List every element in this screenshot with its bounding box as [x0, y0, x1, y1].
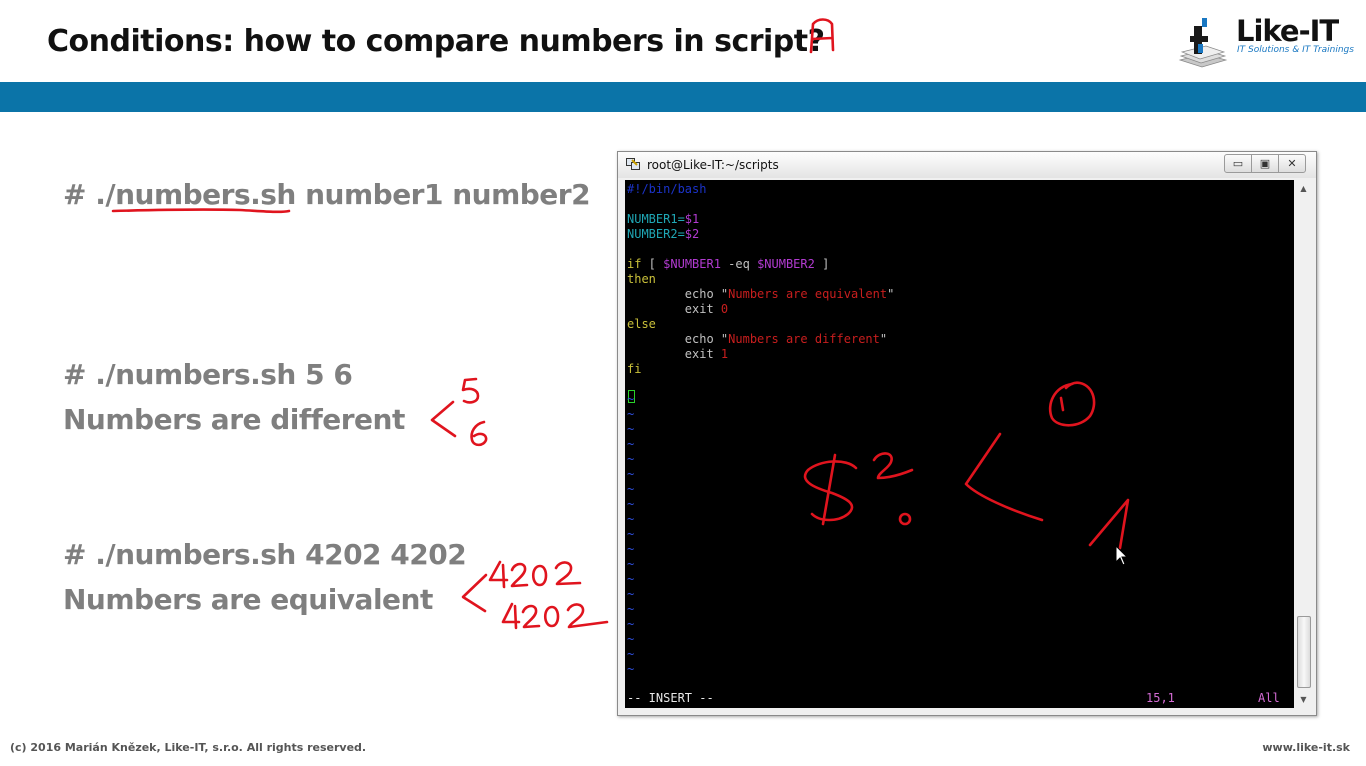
code-line-shebang: #!/bin/bash: [627, 182, 707, 196]
empty-line-tilde: ~: [627, 407, 635, 421]
scroll-down-arrow-icon[interactable]: ▼: [1295, 691, 1312, 708]
keyword-if: if: [627, 257, 642, 271]
code-line-number2: NUMBER2=$2: [627, 227, 699, 242]
operand-2: $NUMBER2: [757, 257, 815, 271]
logo-stack-icon: [1178, 18, 1228, 68]
maximize-button[interactable]: ▣: [1251, 155, 1278, 172]
var-value: $1: [684, 212, 700, 226]
scroll-indicator: All: [1258, 691, 1280, 705]
empty-line-tilde: ~: [627, 482, 635, 496]
exit-code: 1: [720, 347, 729, 361]
empty-line-tilde: ~: [627, 512, 635, 526]
empty-line-tilde: ~: [627, 422, 635, 436]
code-line-then: then: [627, 272, 656, 286]
code-line-if: if [ $NUMBER1 -eq $NUMBER2 ]: [627, 257, 829, 272]
header-band: [0, 82, 1366, 112]
slide-header: Conditions: how to compare numbers in sc…: [0, 0, 1366, 82]
example1-output: Numbers are different: [63, 403, 405, 436]
empty-line-tilde: ~: [627, 617, 635, 631]
example2-output: Numbers are equivalent: [63, 583, 433, 616]
echo-string: Numbers are different: [728, 332, 880, 346]
code-line-fi: fi: [627, 362, 642, 376]
like-it-logo: Like-IT IT Solutions & IT Trainings: [1178, 14, 1358, 72]
bracket-close: ]: [814, 257, 830, 271]
copyright-notice: (c) 2016 Marián Knězek, Like-IT, s.r.o. …: [10, 741, 367, 754]
digit-2: [554, 561, 582, 586]
empty-line-tilde: ~: [627, 557, 635, 571]
var-name: NUMBER1=: [627, 212, 685, 226]
empty-line-tilde: ~: [627, 602, 635, 616]
close-button[interactable]: ✕: [1278, 155, 1305, 172]
quote: ": [879, 332, 888, 346]
less-than-mark: [461, 573, 488, 613]
digit-4: [488, 560, 509, 589]
window-controls: ▭ ▣ ✕: [1224, 154, 1306, 173]
putty-icon: [626, 158, 640, 170]
var-value: $2: [684, 227, 700, 241]
code-line-else: else: [627, 317, 656, 331]
cursor-position: 15,1: [1146, 691, 1175, 705]
operator-eq: -eq: [720, 257, 758, 271]
empty-line-tilde: ~: [627, 527, 635, 541]
digit-2: [521, 604, 541, 629]
var-name: NUMBER2=: [627, 227, 685, 241]
logo-tagline: IT Solutions & IT Trainings: [1237, 45, 1354, 55]
exit-command: exit: [627, 347, 721, 361]
mouse-pointer-icon: [1115, 545, 1129, 566]
quote: ": [887, 287, 895, 301]
empty-line-tilde: ~: [627, 632, 635, 646]
digit-4: [501, 602, 521, 630]
example2-command: # ./numbers.sh 4202 4202: [63, 538, 467, 571]
vim-mode-indicator: -- INSERT --: [627, 691, 714, 705]
code-line-echo-different: echo "Numbers are different": [627, 332, 887, 347]
empty-line-tilde: ~: [627, 467, 635, 481]
example1-command: # ./numbers.sh 5 6: [63, 358, 353, 391]
code-line-exit0: exit 0: [627, 302, 728, 317]
code-line-number1: NUMBER1=$1: [627, 212, 699, 227]
terminal-screen[interactable]: #!/bin/bash NUMBER1=$1 NUMBER2=$2 if [ $…: [625, 180, 1294, 708]
empty-line-tilde: ~: [627, 647, 635, 661]
echo-command: echo: [627, 287, 721, 301]
operand-1: $NUMBER1: [663, 257, 721, 271]
window-titlebar[interactable]: root@Like-IT:~/scripts ▭ ▣ ✕: [618, 152, 1316, 178]
code-line-exit1: exit 1: [627, 347, 728, 362]
slide-title: Conditions: how to compare numbers in sc…: [47, 24, 825, 59]
digit-0: [543, 605, 560, 628]
empty-line-tilde: ~: [627, 542, 635, 556]
vertical-scrollbar[interactable]: ▲ ▼: [1295, 180, 1312, 708]
minimize-button[interactable]: ▭: [1225, 155, 1251, 172]
digit-2: [566, 603, 609, 629]
usage-line: # ./numbers.sh number1 number2: [63, 178, 591, 211]
logo-name: Like-IT: [1236, 14, 1339, 48]
putty-terminal-window[interactable]: root@Like-IT:~/scripts ▭ ▣ ✕ #!/bin/bash…: [617, 151, 1317, 716]
bracket-open: [: [641, 257, 664, 271]
digit-5: [461, 377, 480, 404]
digit-2: [510, 562, 529, 588]
exit-code: 0: [720, 302, 729, 316]
exit-command: exit: [627, 302, 721, 316]
empty-line-tilde: ~: [627, 662, 635, 676]
code-line-echo-equivalent: echo "Numbers are equivalent": [627, 287, 895, 302]
website-link[interactable]: www.like-it.sk: [1262, 741, 1350, 754]
empty-line-tilde: ~: [627, 587, 635, 601]
empty-line-tilde: ~: [627, 452, 635, 466]
digit-6: [470, 420, 488, 447]
empty-line-tilde: ~: [627, 392, 635, 406]
echo-command: echo: [627, 332, 721, 346]
scroll-up-arrow-icon[interactable]: ▲: [1295, 180, 1312, 197]
empty-line-tilde: ~: [627, 572, 635, 586]
empty-line-tilde: ~: [627, 497, 635, 511]
echo-string: Numbers are equivalent: [728, 287, 888, 301]
less-than-mark: [430, 400, 457, 438]
digit-0: [531, 564, 548, 587]
empty-line-tilde: ~: [627, 437, 635, 451]
window-title: root@Like-IT:~/scripts: [647, 158, 779, 172]
scrollbar-thumb[interactable]: [1297, 616, 1311, 688]
